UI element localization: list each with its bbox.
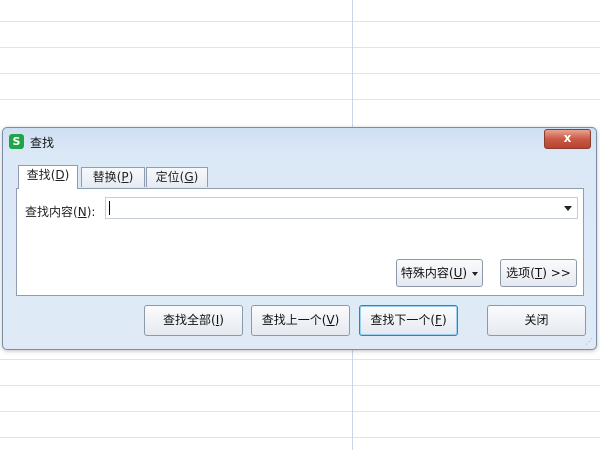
find-label-accel: N [77,205,87,219]
tab-accel: P [121,170,129,184]
chevron-down-icon[interactable] [564,206,572,211]
wps-app-icon: S [9,134,24,149]
tab-label: 查找 [26,168,51,182]
button-label: 特殊内容 [400,266,449,280]
tab-label: 定位 [155,170,180,184]
grid-row-line [0,99,600,100]
find-next-button[interactable]: 查找下一个(F) [359,305,458,336]
tab-accel: D [55,168,65,182]
grid-row-line [0,411,600,412]
tab-accel: G [184,170,194,184]
button-label: 关闭 [524,313,549,327]
find-what-label: 查找内容(N): [25,205,96,219]
button-accel: V [326,313,335,327]
button-label: 查找全部 [163,313,212,327]
find-dialog: S 查找 x 查找(D) 替换(P) 定位(G) 查找内容(N): 特殊内容(U… [2,127,597,350]
button-accel: I [215,313,220,327]
close-button[interactable]: 关闭 [487,305,586,336]
special-content-button[interactable]: 特殊内容(U) [396,259,483,287]
expand-icon: >> [550,266,571,280]
close-icon[interactable]: x [544,129,591,149]
grid-row-line [0,385,600,386]
tab-label: 替换 [92,170,117,184]
grid-row-line [0,359,600,360]
find-panel: 查找内容(N): 特殊内容(U) 选项(T) >> [16,188,584,296]
tab-find[interactable]: 查找(D) [18,165,78,189]
grid-row-line [0,73,600,74]
button-label: 查找下一个 [370,313,431,327]
button-accel: U [453,266,463,280]
resize-grip-icon[interactable]: ⋰ [585,338,593,346]
grid-row-line [0,437,600,438]
find-what-input[interactable] [105,197,578,219]
tab-replace[interactable]: 替换(P) [81,167,145,187]
button-accel: F [435,313,442,327]
find-label-text: 查找内容 [25,205,74,219]
text-caret [109,201,110,215]
find-all-button[interactable]: 查找全部(I) [144,305,243,336]
dialog-title: 查找 [30,136,55,150]
tab-goto[interactable]: 定位(G) [146,167,208,187]
dropdown-arrow-icon [472,271,479,276]
button-accel: T [534,266,543,280]
options-button[interactable]: 选项(T) >> [500,259,577,287]
dialog-titlebar[interactable]: S 查找 x [3,128,596,154]
find-previous-button[interactable]: 查找上一个(V) [251,305,350,336]
grid-row-line [0,21,600,22]
button-label: 选项 [506,266,531,280]
button-label: 查找上一个 [261,313,322,327]
grid-row-line [0,47,600,48]
